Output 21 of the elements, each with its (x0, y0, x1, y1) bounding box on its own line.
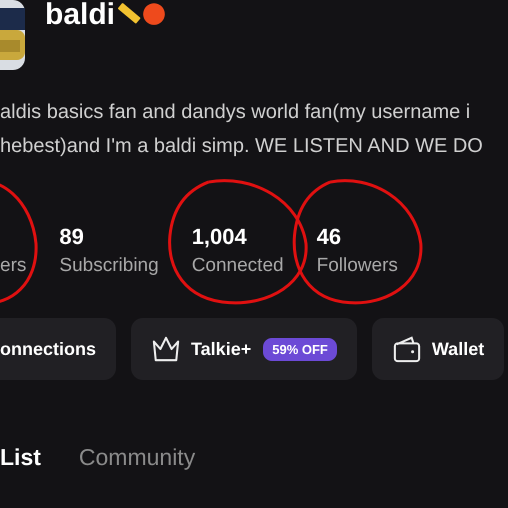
tab[interactable]: List (0, 444, 41, 471)
action-button[interactable]: Wallet (372, 318, 504, 380)
action-button[interactable]: Talkie+ 59% OFF (131, 318, 357, 380)
action-label: onnections (0, 338, 96, 360)
bio-text: aldis basics fan and dandys world fan(my username i (0, 100, 472, 125)
bio-text: hebest)and I'm a baldi simp. WE LISTEN AND WE DO (0, 134, 484, 159)
crown-icon (151, 335, 182, 363)
stat-label: Subscribing (59, 254, 159, 278)
stat-label: Followers (316, 254, 398, 278)
action-label: Talkie+ (191, 338, 252, 360)
tab[interactable]: Community (78, 444, 196, 471)
action-button[interactable]: onnections (0, 318, 116, 380)
discount-badge: 59% OFF (263, 338, 337, 360)
stat-label: Connected (192, 254, 284, 278)
profile-name: baldi (45, 0, 116, 30)
action-label: Wallet (432, 338, 484, 360)
stat-label: ers (0, 254, 26, 278)
wallet-icon (392, 335, 422, 363)
stat-number: 46 (316, 224, 342, 250)
stat-number: 1,004 (192, 224, 248, 250)
stat-number: 89 (59, 224, 85, 250)
